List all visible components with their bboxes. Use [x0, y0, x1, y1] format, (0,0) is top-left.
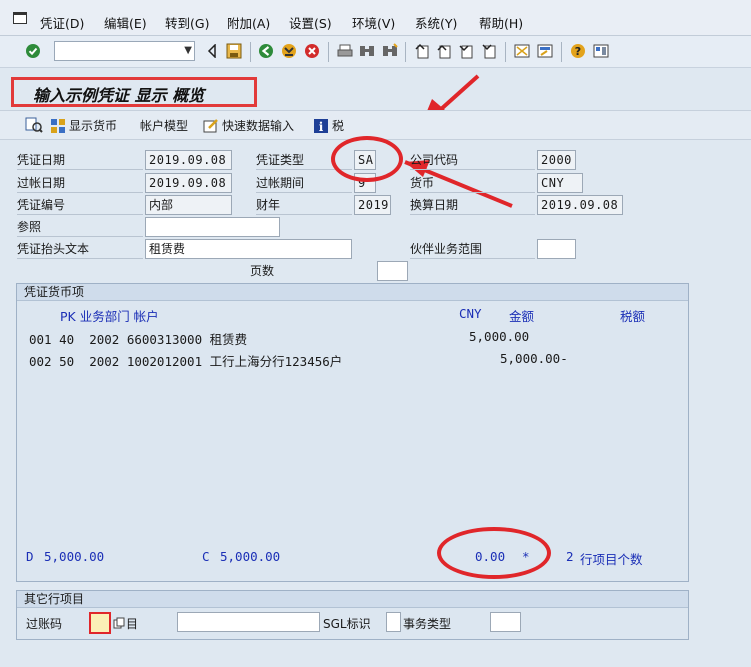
- currency-label: 货币: [410, 173, 535, 193]
- translation-date-field[interactable]: 2019.09.08: [537, 195, 623, 215]
- period-label: 过帐期间: [256, 173, 352, 193]
- account-field[interactable]: [177, 612, 320, 632]
- account-model-label: 帐户模型: [140, 119, 189, 133]
- pages-label: 页数: [250, 264, 275, 278]
- help-icon[interactable]: ?: [569, 42, 587, 60]
- page-title: 输入示例凭证 显示 概览: [11, 77, 257, 107]
- reference-field[interactable]: [145, 217, 280, 237]
- detail-icon[interactable]: [25, 117, 43, 133]
- fast-entry-button[interactable]: 快速数据输入: [203, 117, 294, 134]
- doc-date-field[interactable]: 2019.09.08: [145, 150, 232, 170]
- partner-area-field[interactable]: [537, 239, 576, 259]
- chevron-down-icon[interactable]: ▼: [184, 45, 192, 56]
- partner-area-label: 伙伴业务范围: [410, 239, 535, 259]
- col-header-amount: 金额: [509, 309, 535, 324]
- posting-key-field[interactable]: [89, 612, 111, 634]
- menu-edit[interactable]: 编辑(E): [104, 13, 147, 32]
- system-menu-icon[interactable]: [13, 12, 27, 24]
- info-icon: i: [313, 118, 329, 134]
- col-header-left: PK 业务部门 帐户: [60, 309, 159, 324]
- posting-date-label: 过帐日期: [17, 173, 143, 193]
- company-code-field[interactable]: 2000: [537, 150, 576, 170]
- prev-page-icon[interactable]: [435, 42, 453, 60]
- doc-number-field[interactable]: 内部: [145, 195, 232, 215]
- menu-document[interactable]: 凭证(D): [40, 13, 84, 32]
- collapse-icon[interactable]: [203, 42, 221, 60]
- header-text-label: 凭证抬头文本: [17, 239, 143, 259]
- menu-extras[interactable]: 附加(A): [227, 13, 270, 32]
- enter-icon[interactable]: [24, 42, 42, 60]
- copy-icon[interactable]: [113, 617, 125, 632]
- sgl-field[interactable]: [386, 612, 401, 632]
- annotation-circle-doc-type: [331, 136, 403, 182]
- first-page-icon[interactable]: [413, 42, 431, 60]
- exit-icon[interactable]: [280, 42, 298, 60]
- edit-icon: [203, 118, 219, 134]
- create-session-icon[interactable]: [513, 42, 531, 60]
- back-icon[interactable]: [257, 42, 275, 60]
- posting-key-label: 过账码: [26, 617, 63, 631]
- debit-total: 5,000.00: [44, 549, 105, 564]
- svg-text:i: i: [319, 120, 324, 134]
- currency-field[interactable]: CNY: [537, 173, 583, 193]
- item-count: 2: [566, 549, 574, 564]
- tax-button[interactable]: i 税: [313, 117, 344, 134]
- menu-goto[interactable]: 转到(G): [165, 13, 209, 32]
- posting-date-field[interactable]: 2019.09.08: [145, 173, 232, 193]
- cancel-icon[interactable]: [303, 42, 321, 60]
- save-icon[interactable]: [225, 42, 243, 60]
- fast-entry-label: 快速数据输入: [222, 119, 295, 133]
- display-currency-button[interactable]: 显示货币: [50, 117, 117, 134]
- annotation-circle-balance: [437, 527, 551, 579]
- fiscal-year-label: 财年: [256, 195, 352, 215]
- menu-environment[interactable]: 环境(V): [352, 13, 395, 32]
- item-count-label: 行项目个数: [580, 552, 643, 567]
- credit-label: C: [202, 549, 210, 564]
- print-icon[interactable]: [336, 42, 354, 60]
- item-row-1-text: 001 40 2002 6600313000 租赁费: [29, 332, 248, 347]
- translation-date-label: 换算日期: [410, 195, 535, 215]
- tax-label: 税: [332, 119, 345, 133]
- col-header-tax: 税额: [620, 309, 646, 324]
- last-page-icon[interactable]: [480, 42, 498, 60]
- transaction-type-field[interactable]: [490, 612, 521, 632]
- next-page-icon[interactable]: [457, 42, 475, 60]
- pages-field[interactable]: [377, 261, 408, 281]
- credit-total: 5,000.00: [220, 549, 281, 564]
- display-currency-label: 显示货币: [69, 119, 118, 133]
- find-icon[interactable]: [358, 42, 376, 60]
- col-header-currency: CNY: [459, 306, 482, 321]
- debit-label: D: [26, 549, 34, 564]
- menu-system[interactable]: 系统(Y): [415, 13, 457, 32]
- menu-bar: 凭证(D) 编辑(E) 转到(G) 附加(A) 设置(S) 环境(V) 系统(Y…: [0, 0, 751, 36]
- menu-settings[interactable]: 设置(S): [289, 13, 332, 32]
- shortcut-icon[interactable]: [536, 42, 554, 60]
- svg-text:?: ?: [575, 45, 581, 58]
- item-row-2-text: 002 50 2002 1002012001 工行上海分行123456户: [29, 354, 343, 369]
- fiscal-year-field[interactable]: 2019: [354, 195, 391, 215]
- company-code-label: 公司代码: [410, 150, 535, 170]
- document-items-title: 凭证货币项: [17, 284, 688, 301]
- doc-number-label: 凭证编号: [17, 195, 143, 215]
- other-line-items-title: 其它行项目: [17, 591, 688, 608]
- standard-toolbar: ▼ ?: [0, 36, 751, 68]
- header-text-field[interactable]: 租赁费: [145, 239, 352, 259]
- item-row-1-amount: 5,000.00: [469, 329, 530, 344]
- currency-grid-icon: [50, 118, 66, 134]
- find-next-icon[interactable]: [381, 42, 399, 60]
- menu-help[interactable]: 帮助(H): [479, 13, 523, 32]
- layout-icon[interactable]: [592, 42, 610, 60]
- item-row-2-amount: 5,000.00-: [500, 351, 568, 366]
- account-model-button[interactable]: 帐户模型: [140, 117, 188, 134]
- other-line-items-group: 其它行项目 过账码 目 SGL标识 事务类型: [16, 590, 689, 640]
- application-toolbar: 显示货币 帐户模型 快速数据输入 i 税: [0, 110, 751, 140]
- document-items-group: 凭证货币项 PK 业务部门 帐户 CNY 金额 税额 001 40 2002 6…: [16, 283, 689, 582]
- sgl-label: SGL标识: [323, 617, 371, 631]
- title-area: 输入示例凭证 显示 概览: [0, 68, 751, 108]
- doc-date-label: 凭证日期: [17, 150, 143, 170]
- command-field[interactable]: ▼: [54, 41, 195, 61]
- transaction-type-label: 事务类型: [403, 617, 452, 631]
- reference-label: 参照: [17, 217, 143, 237]
- account-label: 目: [126, 617, 139, 631]
